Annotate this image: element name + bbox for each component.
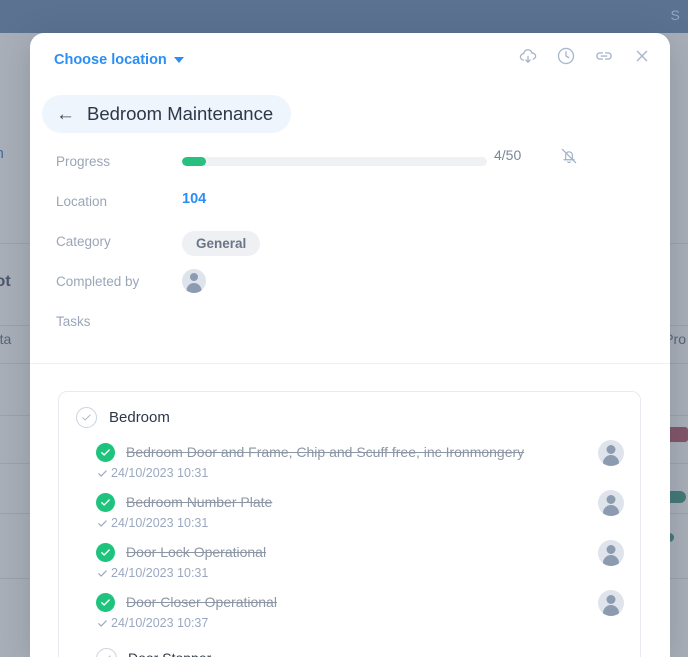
task-timestamp: 24/10/2023 10:37	[97, 616, 640, 630]
task-checked-icon[interactable]	[96, 492, 115, 512]
task-checked-icon[interactable]	[96, 592, 115, 612]
task-item-label: Door Stopper	[128, 650, 211, 657]
progress-row: Progress 4/50	[30, 143, 670, 183]
tasks-label: Tasks	[56, 314, 91, 329]
small-check-icon	[97, 518, 108, 529]
app-topbar: S	[0, 0, 688, 33]
tasks-row: Tasks	[30, 303, 670, 343]
avatar	[598, 440, 624, 466]
history-icon[interactable]	[555, 45, 577, 67]
task-checked-icon[interactable]	[96, 542, 115, 562]
task-timestamp-text: 24/10/2023 10:31	[111, 566, 209, 580]
completed-by-label: Completed by	[56, 274, 140, 289]
task-item-label: Door Closer Operational	[126, 594, 277, 610]
task-timestamp: 24/10/2023 10:31	[97, 516, 640, 530]
task-timestamp-text: 24/10/2023 10:31	[111, 466, 209, 480]
avatar	[598, 540, 624, 566]
progress-fill	[182, 157, 207, 166]
location-row: Location 104	[30, 183, 670, 223]
section-divider	[30, 363, 670, 364]
task-unchecked-icon[interactable]	[96, 647, 117, 657]
task-assignee-avatar[interactable]	[598, 440, 624, 471]
task-item[interactable]: Door Stopper	[59, 646, 640, 657]
modal-header: Choose location	[30, 33, 670, 80]
task-checked-icon[interactable]	[96, 442, 115, 462]
task-item-label: Bedroom Door and Frame, Chip and Scuff f…	[126, 444, 525, 460]
task-group-header[interactable]: Bedroom	[59, 404, 640, 430]
task-list: Bedroom Door and Frame, Chip and Scuff f…	[59, 440, 640, 657]
task-item-main: Door Lock Operational	[96, 540, 640, 564]
task-item[interactable]: Door Closer Operational 24/10/2023 10:37	[59, 590, 640, 630]
choose-location-dropdown[interactable]: Choose location	[54, 52, 184, 68]
progress-bar	[182, 157, 487, 166]
category-label: Category	[56, 234, 111, 249]
progress-count: 4/50	[494, 147, 522, 163]
chevron-down-icon	[173, 57, 184, 63]
task-assignee-avatar[interactable]	[598, 590, 624, 621]
small-check-icon	[97, 468, 108, 479]
task-timestamp-text: 24/10/2023 10:37	[111, 616, 209, 630]
avatar	[598, 490, 624, 516]
task-detail-modal: Choose location ← Bedroom Maintenance Pr…	[30, 33, 670, 657]
completed-by-row: Completed by	[30, 263, 670, 303]
task-item-label: Bedroom Number Plate	[126, 494, 273, 510]
small-check-icon	[97, 618, 108, 629]
location-value-link[interactable]: 104	[182, 191, 206, 207]
choose-location-label: Choose location	[54, 52, 167, 68]
close-icon[interactable]	[631, 45, 653, 67]
task-item-label: Door Lock Operational	[126, 544, 267, 560]
task-timestamp: 24/10/2023 10:31	[97, 466, 640, 480]
header-actions	[517, 45, 653, 67]
task-item[interactable]: Bedroom Door and Frame, Chip and Scuff f…	[59, 440, 640, 480]
small-check-icon	[97, 568, 108, 579]
task-timestamp-text: 24/10/2023 10:31	[111, 516, 209, 530]
category-row: Category General	[30, 223, 670, 263]
progress-track	[182, 157, 487, 166]
task-item-main: Door Stopper	[96, 646, 640, 657]
task-item[interactable]: Door Lock Operational 24/10/2023 10:31	[59, 540, 640, 580]
task-assignee-avatar[interactable]	[598, 490, 624, 521]
page-title-pill: ← Bedroom Maintenance	[42, 95, 292, 133]
cloud-download-icon[interactable]	[517, 45, 539, 67]
link-icon[interactable]	[593, 45, 615, 67]
check-circle-icon[interactable]	[76, 406, 97, 428]
screen: ch Hot of ta Pro S Choose location	[0, 0, 688, 657]
task-item-main: Door Closer Operational	[96, 590, 640, 614]
task-group-card: Bedroom Bedroom Door and Frame, Chip and…	[58, 391, 641, 657]
page-title: Bedroom Maintenance	[87, 103, 274, 124]
task-timestamp: 24/10/2023 10:31	[97, 566, 640, 580]
task-item-main: Bedroom Number Plate	[96, 490, 640, 514]
task-item-main: Bedroom Door and Frame, Chip and Scuff f…	[96, 440, 640, 464]
avatar[interactable]	[182, 269, 206, 293]
category-chip[interactable]: General	[182, 231, 261, 256]
notifications-off-icon[interactable]	[559, 146, 579, 166]
topbar-label: S	[670, 7, 680, 23]
detail-meta: Progress 4/50 Location 104 Category Gene…	[30, 143, 670, 343]
avatar	[598, 590, 624, 616]
task-item[interactable]: Bedroom Number Plate 24/10/2023 10:31	[59, 490, 640, 530]
location-label: Location	[56, 194, 108, 209]
task-group-title: Bedroom	[109, 408, 170, 426]
task-assignee-avatar[interactable]	[598, 540, 624, 571]
back-button[interactable]: ←	[56, 105, 75, 124]
progress-label: Progress	[56, 154, 111, 169]
